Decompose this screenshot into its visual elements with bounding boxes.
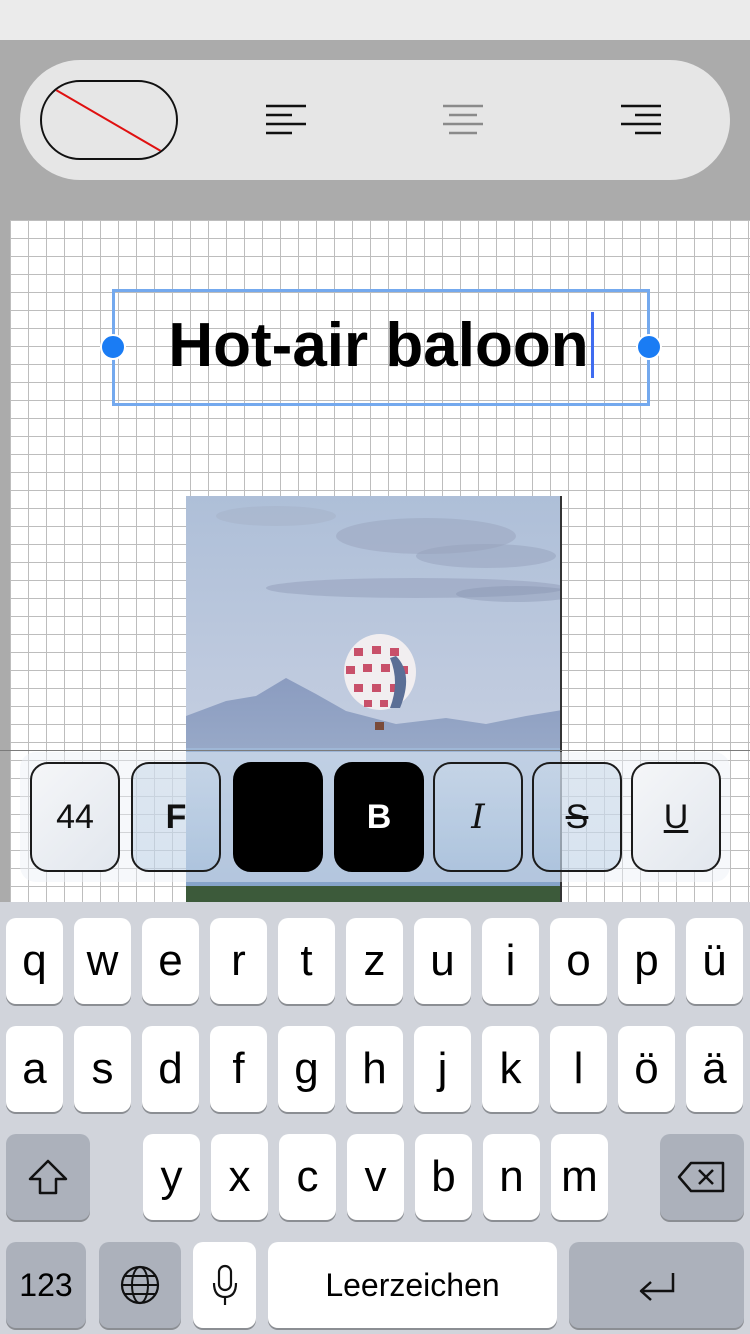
numbers-key[interactable]: 123 [6, 1242, 86, 1328]
key-b[interactable]: b [415, 1134, 472, 1220]
title-text-line[interactable]: Hot-air baloon [115, 310, 647, 382]
font-size-button[interactable]: 44 [30, 762, 120, 872]
key-g[interactable]: g [278, 1026, 335, 1112]
title-text[interactable]: Hot-air baloon [168, 311, 588, 380]
return-key[interactable] [569, 1242, 744, 1328]
key-a[interactable]: a [6, 1026, 63, 1112]
text-caret [590, 312, 594, 378]
key-l[interactable]: l [550, 1026, 607, 1112]
text-color-button[interactable] [233, 762, 323, 872]
no-fill-icon [55, 89, 167, 155]
text-format-bar: 44 F B I S U [20, 752, 730, 882]
key-ü[interactable]: ü [686, 918, 743, 1004]
key-j[interactable]: j [414, 1026, 471, 1112]
key-v[interactable]: v [347, 1134, 404, 1220]
key-r[interactable]: r [210, 918, 267, 1004]
key-y[interactable]: y [143, 1134, 200, 1220]
key-t[interactable]: t [278, 918, 335, 1004]
italic-button[interactable]: I [433, 762, 523, 872]
status-bar [0, 0, 750, 40]
bold-button[interactable]: B [334, 762, 424, 872]
key-u[interactable]: u [414, 918, 471, 1004]
shift-icon [28, 1159, 68, 1195]
canvas-divider [0, 750, 750, 751]
align-left-icon [266, 104, 306, 135]
key-n[interactable]: n [483, 1134, 540, 1220]
key-w[interactable]: w [74, 918, 131, 1004]
key-x[interactable]: x [211, 1134, 268, 1220]
key-f[interactable]: f [210, 1026, 267, 1112]
key-i[interactable]: i [482, 918, 539, 1004]
align-left-button[interactable] [256, 90, 316, 150]
key-k[interactable]: k [482, 1026, 539, 1112]
shift-key[interactable] [6, 1134, 90, 1220]
key-e[interactable]: e [142, 918, 199, 1004]
space-key[interactable]: Leerzeichen [268, 1242, 557, 1328]
onscreen-keyboard: qwertzuiopü asdfghjklöä yxcvbnm 123 Leer… [0, 902, 750, 1334]
key-p[interactable]: p [618, 918, 675, 1004]
key-q[interactable]: q [6, 918, 63, 1004]
resize-handle-left[interactable] [100, 334, 126, 360]
align-right-button[interactable] [611, 90, 671, 150]
dictation-key[interactable] [193, 1242, 256, 1328]
align-right-icon [621, 104, 661, 135]
key-z[interactable]: z [346, 918, 403, 1004]
backspace-key[interactable] [660, 1134, 744, 1220]
globe-key[interactable] [99, 1242, 181, 1328]
strikethrough-button[interactable]: S [532, 762, 622, 872]
key-m[interactable]: m [551, 1134, 608, 1220]
key-o[interactable]: o [550, 918, 607, 1004]
key-d[interactable]: d [142, 1026, 199, 1112]
key-ö[interactable]: ö [618, 1026, 675, 1112]
resize-handle-right[interactable] [636, 334, 662, 360]
key-s[interactable]: s [74, 1026, 131, 1112]
backspace-icon [677, 1161, 725, 1193]
key-c[interactable]: c [279, 1134, 336, 1220]
return-icon [639, 1273, 674, 1301]
align-center-button[interactable] [433, 90, 493, 150]
key-ä[interactable]: ä [686, 1026, 743, 1112]
alignment-toolbar [20, 60, 730, 180]
microphone-icon [212, 1264, 237, 1305]
key-h[interactable]: h [346, 1026, 403, 1112]
globe-icon [120, 1265, 160, 1305]
font-family-button[interactable]: F [131, 762, 221, 872]
no-fill-button[interactable] [40, 80, 178, 160]
align-center-icon [443, 104, 483, 135]
underline-button[interactable]: U [631, 762, 721, 872]
selected-text-box[interactable]: Hot-air baloon [100, 289, 662, 406]
